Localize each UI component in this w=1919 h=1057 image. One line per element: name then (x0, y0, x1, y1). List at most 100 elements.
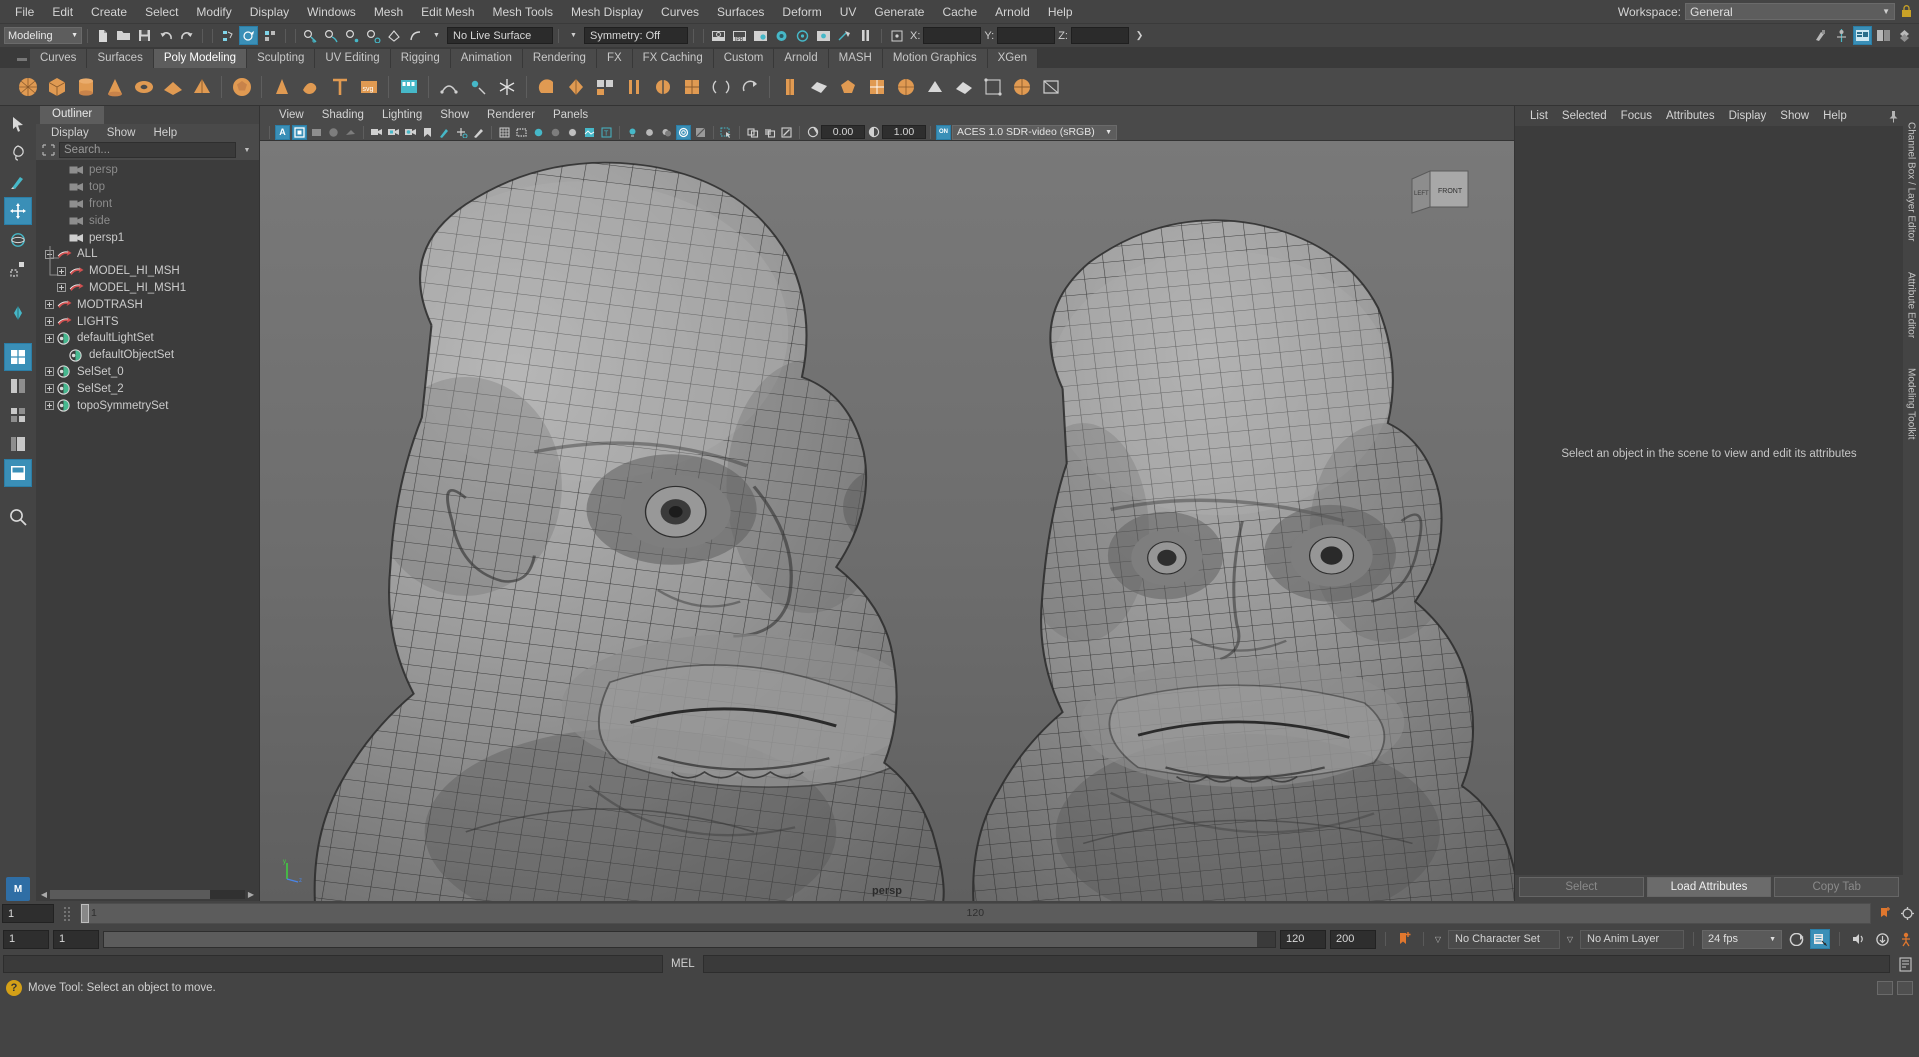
scroll-track[interactable] (50, 890, 245, 899)
time-slider-handle-icon[interactable] (57, 904, 77, 924)
show-hide-tool-settings-button[interactable] (1895, 26, 1914, 45)
menu-item-generate[interactable]: Generate (865, 3, 933, 21)
persp-graph-layout-icon[interactable] (4, 459, 32, 487)
range-start-field[interactable]: 1 (3, 929, 49, 949)
script-editor-icon[interactable] (1894, 955, 1916, 973)
shelf-tab-mash[interactable]: MASH (828, 49, 883, 68)
offset-edge-loop-icon[interactable] (805, 73, 832, 100)
camera-attributes-icon[interactable] (369, 125, 384, 140)
four-pane-layout-icon[interactable] (4, 401, 32, 429)
poly-cube-icon[interactable] (43, 73, 70, 100)
isolate-select-icon[interactable] (719, 125, 734, 140)
outliner-item-defaultobjectset[interactable]: defaultObjectSet (36, 347, 259, 364)
new-scene-button[interactable] (93, 26, 112, 45)
detach-components-icon[interactable] (1008, 73, 1035, 100)
wedge-face-icon[interactable] (950, 73, 977, 100)
single-view-layout-icon[interactable] (4, 343, 32, 371)
right-tab-channel-box[interactable]: Channel Box / Layer Editor (1906, 116, 1917, 248)
workspace-dropdown[interactable]: General ▼ (1685, 3, 1895, 20)
two-pane-layout-icon[interactable] (4, 372, 32, 400)
show-hide-attribute-editor-button[interactable] (1853, 26, 1872, 45)
search-filter-icon[interactable] (40, 143, 56, 157)
outliner-item-lights[interactable]: LIGHTS (36, 313, 259, 330)
viewport-menu-panels[interactable]: Panels (544, 108, 597, 122)
flat-shade-icon[interactable] (548, 125, 563, 140)
menu-item-surfaces[interactable]: Surfaces (708, 3, 773, 21)
symmetry-dropdown-arrow[interactable]: ▼ (564, 26, 583, 45)
chamfer-vertex-icon[interactable] (834, 73, 861, 100)
snap-to-curves-button[interactable] (322, 26, 341, 45)
poly-cone-icon[interactable] (101, 73, 128, 100)
ae-copy-tab-button[interactable]: Copy Tab (1774, 876, 1900, 897)
grid-toggle-icon[interactable] (309, 125, 324, 140)
outliner-item-defaultlightset[interactable]: defaultLightSet (36, 330, 259, 347)
separate-icon[interactable] (464, 73, 491, 100)
expand-icon[interactable] (44, 383, 55, 394)
range-end-field[interactable]: 200 (1330, 929, 1376, 949)
last-tool-icon[interactable] (4, 299, 32, 327)
smooth-shade-all-icon[interactable] (514, 125, 529, 140)
shelf-tab-rigging[interactable]: Rigging (390, 49, 451, 68)
poly-torus-icon[interactable] (130, 73, 157, 100)
menu-item-edit-mesh[interactable]: Edit Mesh (412, 3, 483, 21)
menu-item-mesh-tools[interactable]: Mesh Tools (484, 3, 562, 21)
expand-icon[interactable] (44, 366, 55, 377)
expand-icon[interactable] (56, 282, 67, 293)
render-current-frame-button[interactable] (709, 26, 728, 45)
pencil-icon[interactable] (471, 125, 486, 140)
menu-item-file[interactable]: File (6, 3, 43, 21)
insert-edge-loop-icon[interactable] (776, 73, 803, 100)
view-cube[interactable]: LEFT FRONT (1410, 167, 1472, 217)
outliner-list[interactable]: persp top front side persp1 ALL MODEL_HI_MSH MO… (36, 160, 259, 888)
texture-icon[interactable] (582, 125, 597, 140)
save-scene-button[interactable] (135, 26, 154, 45)
xray-icon[interactable] (745, 125, 760, 140)
outliner-item-persp1[interactable]: persp1 (36, 229, 259, 246)
symmetry-field[interactable]: Symmetry: Off (584, 27, 688, 44)
smooth-icon[interactable] (649, 73, 676, 100)
redo-button[interactable] (177, 26, 196, 45)
coord-y-field[interactable] (997, 27, 1056, 44)
ae-load-attributes-button[interactable]: Load Attributes (1646, 876, 1772, 897)
auto-key-icon[interactable] (1874, 904, 1894, 924)
paint-effects-icon[interactable] (437, 125, 452, 140)
shelf-tab-rendering[interactable]: Rendering (522, 49, 597, 68)
right-tab-modeling-toolkit[interactable]: Modeling Toolkit (1906, 362, 1917, 446)
exposure-field[interactable]: 0.00 (821, 125, 865, 139)
fps-dropdown[interactable]: 24 fps ▼ (1702, 929, 1782, 949)
viewport-menu-show[interactable]: Show (431, 108, 478, 122)
input-line-expand-button[interactable]: ❯ (1130, 26, 1149, 45)
snowflake-icon[interactable] (493, 73, 520, 100)
lasso-tool-icon[interactable] (4, 139, 32, 167)
command-response-field[interactable] (3, 955, 663, 973)
outliner-item-side[interactable]: side (36, 212, 259, 229)
animation-preferences-icon[interactable] (1897, 904, 1917, 924)
pause-render-button[interactable] (856, 26, 875, 45)
expand-icon[interactable] (44, 333, 55, 344)
bookmark-view-icon[interactable] (292, 124, 307, 140)
menu-item-display[interactable]: Display (241, 3, 298, 21)
shelf-tab-surfaces[interactable]: Surfaces (87, 49, 154, 68)
auto-key-toggle-icon[interactable] (1810, 929, 1830, 949)
menu-item-deform[interactable]: Deform (773, 3, 830, 21)
menu-set-dropdown[interactable]: Modeling ▼ (4, 27, 82, 44)
menu-item-cache[interactable]: Cache (933, 3, 986, 21)
multi-cut-icon[interactable] (678, 73, 705, 100)
select-camera-icon[interactable]: A (275, 124, 290, 140)
select-by-object-type-button[interactable] (239, 26, 258, 45)
xray-joints-icon[interactable] (762, 125, 777, 140)
shelf-tab-poly-modeling[interactable]: Poly Modeling (153, 49, 248, 68)
bookmark-icon[interactable] (420, 125, 435, 140)
outliner-item-selset-0[interactable]: SelSet_0 (36, 364, 259, 381)
help-icon[interactable]: ? (6, 980, 22, 996)
wireframe-on-shaded-icon[interactable] (565, 125, 580, 140)
ae-menu-display[interactable]: Display (1722, 109, 1774, 123)
set-key-icon[interactable] (1394, 929, 1414, 949)
outliner-item-all[interactable]: ALL (36, 246, 259, 263)
current-frame-field[interactable]: 1 (2, 904, 54, 923)
outliner-item-front[interactable]: front (36, 196, 259, 213)
range-slider-fill[interactable] (104, 931, 1258, 947)
gamma-icon[interactable] (866, 125, 881, 140)
snap-to-grid-button[interactable] (301, 26, 320, 45)
boolean-icon[interactable] (395, 73, 422, 100)
